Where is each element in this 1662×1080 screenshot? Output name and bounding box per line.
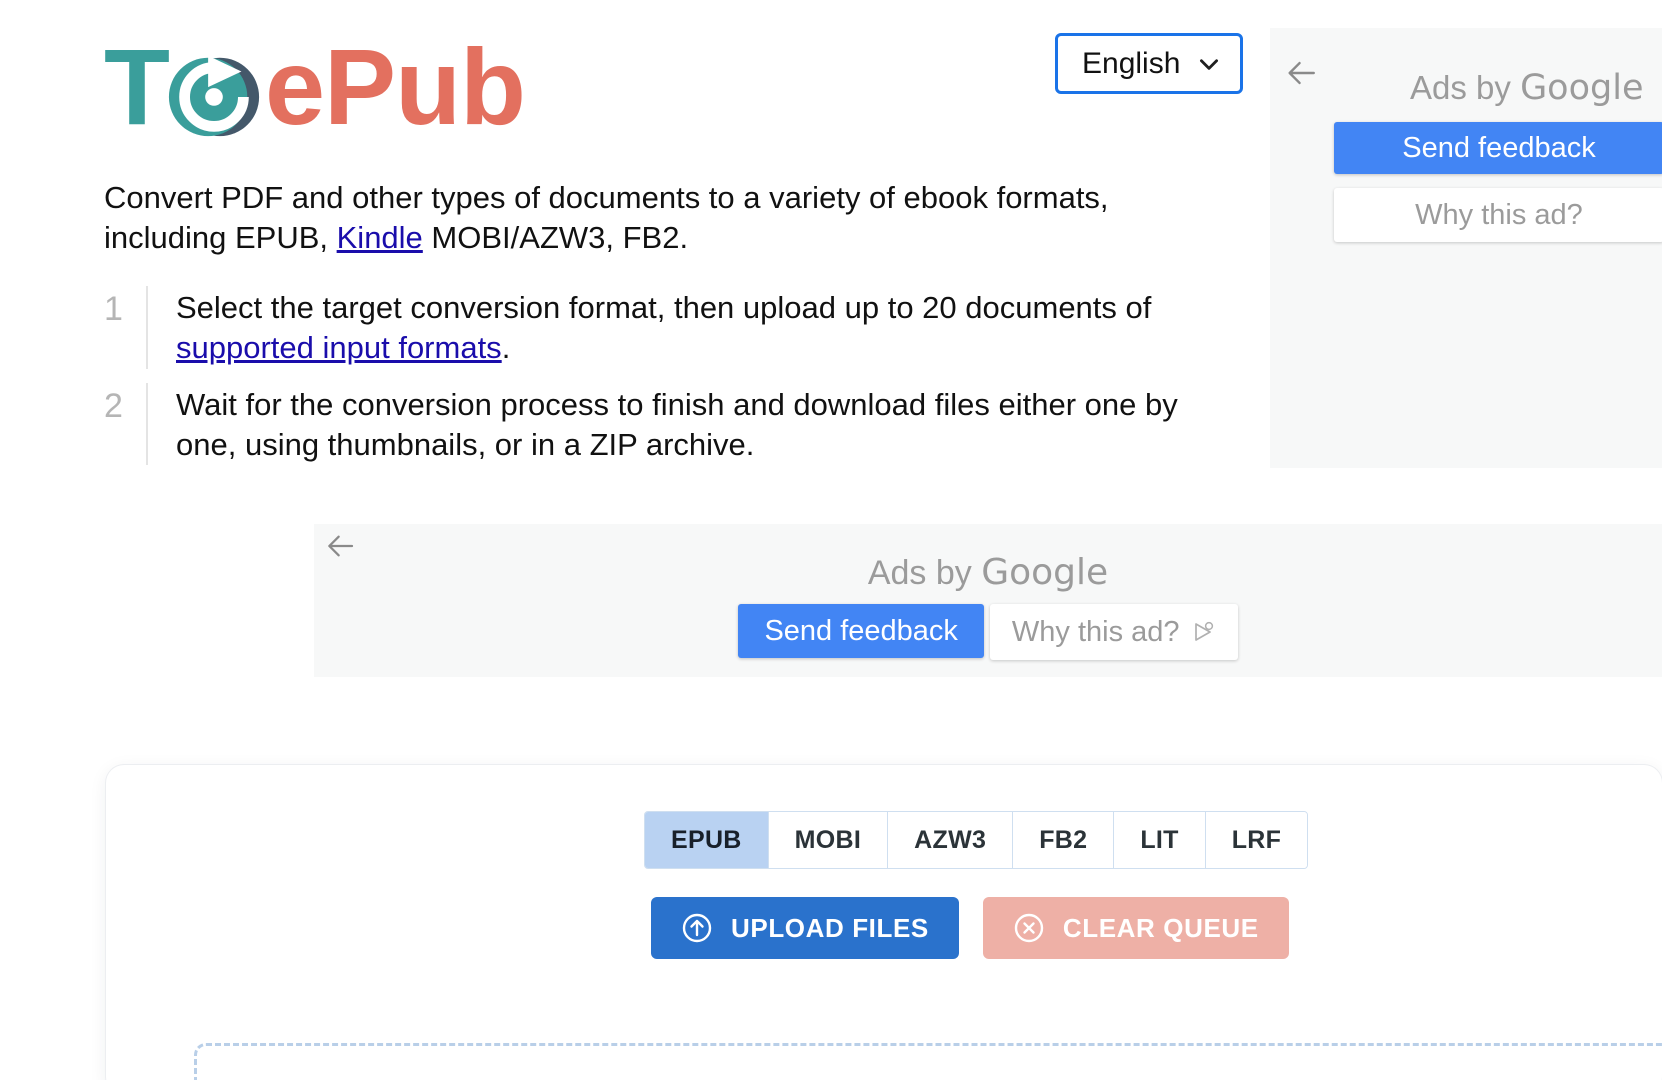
intro-text-after: MOBI/AZW3, FB2. xyxy=(422,219,689,255)
step-number: 2 xyxy=(104,386,123,425)
ad-overlay-top: Ads by Google Send feedback Why this ad? xyxy=(1270,28,1662,468)
ad-buttons-row: Send feedback Why this ad? xyxy=(314,604,1662,660)
step-item: 1 Select the target conversion format, t… xyxy=(104,286,1234,369)
send-feedback-button-top[interactable]: Send feedback xyxy=(1334,122,1662,174)
format-tab-epub[interactable]: EPUB xyxy=(645,812,769,868)
upload-files-label: UPLOAD FILES xyxy=(731,912,929,943)
why-this-ad-label: Why this ad? xyxy=(1011,615,1180,648)
intro-paragraph: Convert PDF and other types of documents… xyxy=(104,178,1214,257)
file-dropzone[interactable] xyxy=(194,1043,1662,1080)
circular-refresh-arrow-icon xyxy=(165,46,263,144)
action-buttons-row: UPLOAD FILES CLEAR QUEUE xyxy=(651,897,1289,959)
step-divider xyxy=(146,286,148,369)
step-text: Select the target conversion format, the… xyxy=(176,286,1234,369)
clear-circle-x-icon xyxy=(1013,912,1045,944)
language-select[interactable]: English xyxy=(1055,33,1243,94)
format-tab-group: EPUB MOBI AZW3 FB2 LIT LRF xyxy=(644,811,1309,869)
supported-input-formats-link[interactable]: supported input formats xyxy=(176,330,502,365)
ads-by-prefix: Ads by xyxy=(1410,69,1521,106)
logo-text-to: T xyxy=(104,26,170,147)
ad-overlay-middle: Ads by Google Send feedback Why this ad? xyxy=(314,524,1662,677)
step-text: Wait for the conversion process to finis… xyxy=(176,386,1178,462)
adchoices-icon xyxy=(1192,620,1216,644)
step-number: 1 xyxy=(104,290,123,328)
converter-card: EPUB MOBI AZW3 FB2 LIT LRF UPLOAD FILES xyxy=(106,765,1662,1080)
logo-text-epub: ePub xyxy=(264,26,526,147)
google-brand: Google xyxy=(1520,68,1644,108)
clear-queue-button[interactable]: CLEAR QUEUE xyxy=(982,897,1289,959)
format-tab-mobi[interactable]: MOBI xyxy=(768,812,889,868)
step-text-after: . xyxy=(501,330,511,366)
format-tab-fb2[interactable]: FB2 xyxy=(1013,812,1115,868)
clear-queue-label: CLEAR QUEUE xyxy=(1062,912,1259,943)
step-text-before: Select the target conversion format, the… xyxy=(176,290,1152,325)
step-divider xyxy=(146,382,148,466)
why-this-ad-button-top[interactable]: Why this ad? xyxy=(1334,188,1662,242)
ads-by-google-label-top: Ads by Google xyxy=(1410,68,1644,108)
google-brand: Google xyxy=(981,552,1109,593)
kindle-link[interactable]: Kindle xyxy=(337,220,423,255)
why-this-ad-button-middle[interactable]: Why this ad? xyxy=(989,604,1238,660)
upload-circle-arrow-up-icon xyxy=(681,912,713,944)
chevron-down-icon xyxy=(1196,51,1222,77)
language-select-value: English xyxy=(1082,46,1181,80)
upload-files-button[interactable]: UPLOAD FILES xyxy=(651,897,959,959)
format-tab-azw3[interactable]: AZW3 xyxy=(888,812,1014,868)
step-item: 2 Wait for the conversion process to fin… xyxy=(104,382,1234,466)
format-tab-lrf[interactable]: LRF xyxy=(1205,812,1308,868)
format-tab-lit[interactable]: LIT xyxy=(1114,812,1206,868)
page-root: T ePub English Convert PDF and other typ… xyxy=(0,0,1662,1080)
arrow-left-icon[interactable] xyxy=(1284,56,1318,90)
ads-by-prefix: Ads by xyxy=(867,554,982,592)
site-logo[interactable]: T ePub xyxy=(104,26,526,147)
send-feedback-button-middle[interactable]: Send feedback xyxy=(738,604,984,658)
steps-list: 1 Select the target conversion format, t… xyxy=(104,286,1234,479)
ads-by-google-label-middle: Ads by Google xyxy=(314,552,1662,593)
